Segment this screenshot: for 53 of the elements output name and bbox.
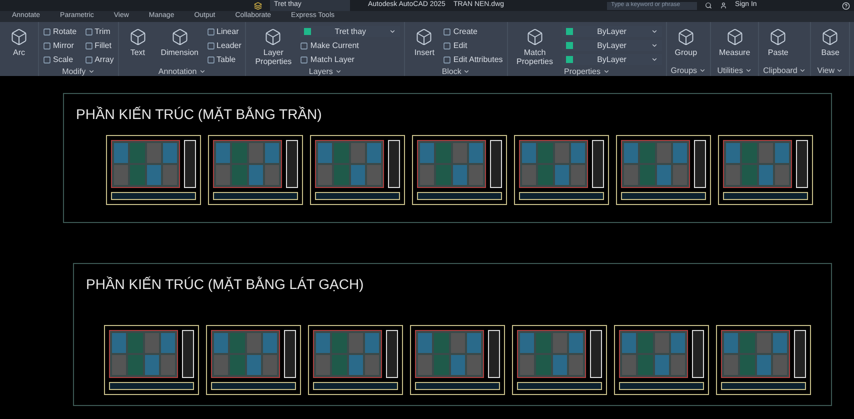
layer-color-swatch	[566, 28, 573, 35]
ribbon-large-button[interactable]: Match Properties	[512, 26, 558, 66]
ribbon-small-button[interactable]: Mirror	[43, 40, 77, 52]
ribbon-small-button[interactable]: Rotate	[43, 26, 77, 38]
ribbon-small-button[interactable]: Edit Attributes	[443, 54, 503, 66]
help-icon[interactable]	[842, 2, 850, 10]
ribbon-small-button[interactable]: Fillet	[84, 40, 114, 52]
caret-icon	[389, 28, 396, 35]
caret-icon	[602, 68, 610, 75]
ribbon-large-button[interactable]: Group	[670, 26, 702, 65]
caret-icon	[836, 67, 844, 74]
ribbon-small-button[interactable]: Table	[206, 54, 242, 66]
ribbon-small-button[interactable]: Edit	[443, 40, 503, 52]
ribbon-small-button[interactable]: Make Current	[300, 40, 400, 52]
layer-icon[interactable]	[254, 2, 262, 10]
caret-icon	[334, 68, 342, 75]
layer-color-swatch	[566, 42, 573, 49]
ribbon-large-button[interactable]: Insert	[409, 26, 440, 66]
panel-title[interactable]: Clipboard	[763, 65, 806, 76]
panel-title[interactable]: Annotation	[122, 66, 242, 77]
panel-title[interactable]: Layers	[250, 66, 400, 77]
ribbon-small-button[interactable]: Array	[84, 54, 114, 66]
ribbon-large-button[interactable]: Text	[122, 26, 153, 66]
caret-icon	[88, 68, 95, 75]
ribbon-small-button[interactable]: Leader	[206, 40, 242, 52]
search-icon[interactable]	[705, 2, 712, 9]
ribbon-large-button[interactable]: Measure	[715, 26, 754, 65]
caret-icon	[463, 68, 470, 75]
panel-title[interactable]: Properties	[512, 66, 662, 77]
caret-icon	[699, 67, 706, 74]
ribbon-large-button[interactable]: Arc	[4, 26, 34, 76]
ribbon-large-button[interactable]: Base	[815, 26, 846, 65]
layer-color-swatch	[304, 28, 312, 35]
caret-icon	[744, 67, 752, 74]
user-icon	[720, 2, 728, 9]
panel-title[interactable]: Modify	[43, 66, 114, 77]
ribbon-large-button[interactable]: Paste	[763, 26, 794, 65]
ribbon-small-button[interactable]: Scale	[43, 54, 77, 66]
panel-title[interactable]: Block	[409, 66, 503, 77]
ribbon-small-button[interactable]: Create	[443, 26, 503, 38]
ribbon-small-button[interactable]: Trim	[84, 26, 114, 38]
panel-title[interactable]: Utilities	[715, 65, 754, 76]
panel-title[interactable]: Groups	[670, 65, 706, 76]
caret-icon	[799, 67, 806, 74]
ribbon-large-button[interactable]: Dimension	[156, 26, 202, 66]
panel-title[interactable]: View	[815, 65, 846, 76]
ribbon-large-button[interactable]: Layer Properties	[250, 26, 296, 66]
section-title: PHẦN KIẾN TRÚC (MẶT BẰNG TRẦN)	[76, 105, 323, 124]
caret-icon	[198, 68, 206, 75]
ribbon-small-button[interactable]: Match Layer	[300, 54, 400, 66]
ribbon-small-button[interactable]: Linear	[206, 26, 242, 38]
layer-color-swatch	[566, 56, 573, 63]
section-title: PHẦN KIẾN TRÚC (MẶT BẰNG LÁT GẠCH)	[86, 275, 365, 294]
